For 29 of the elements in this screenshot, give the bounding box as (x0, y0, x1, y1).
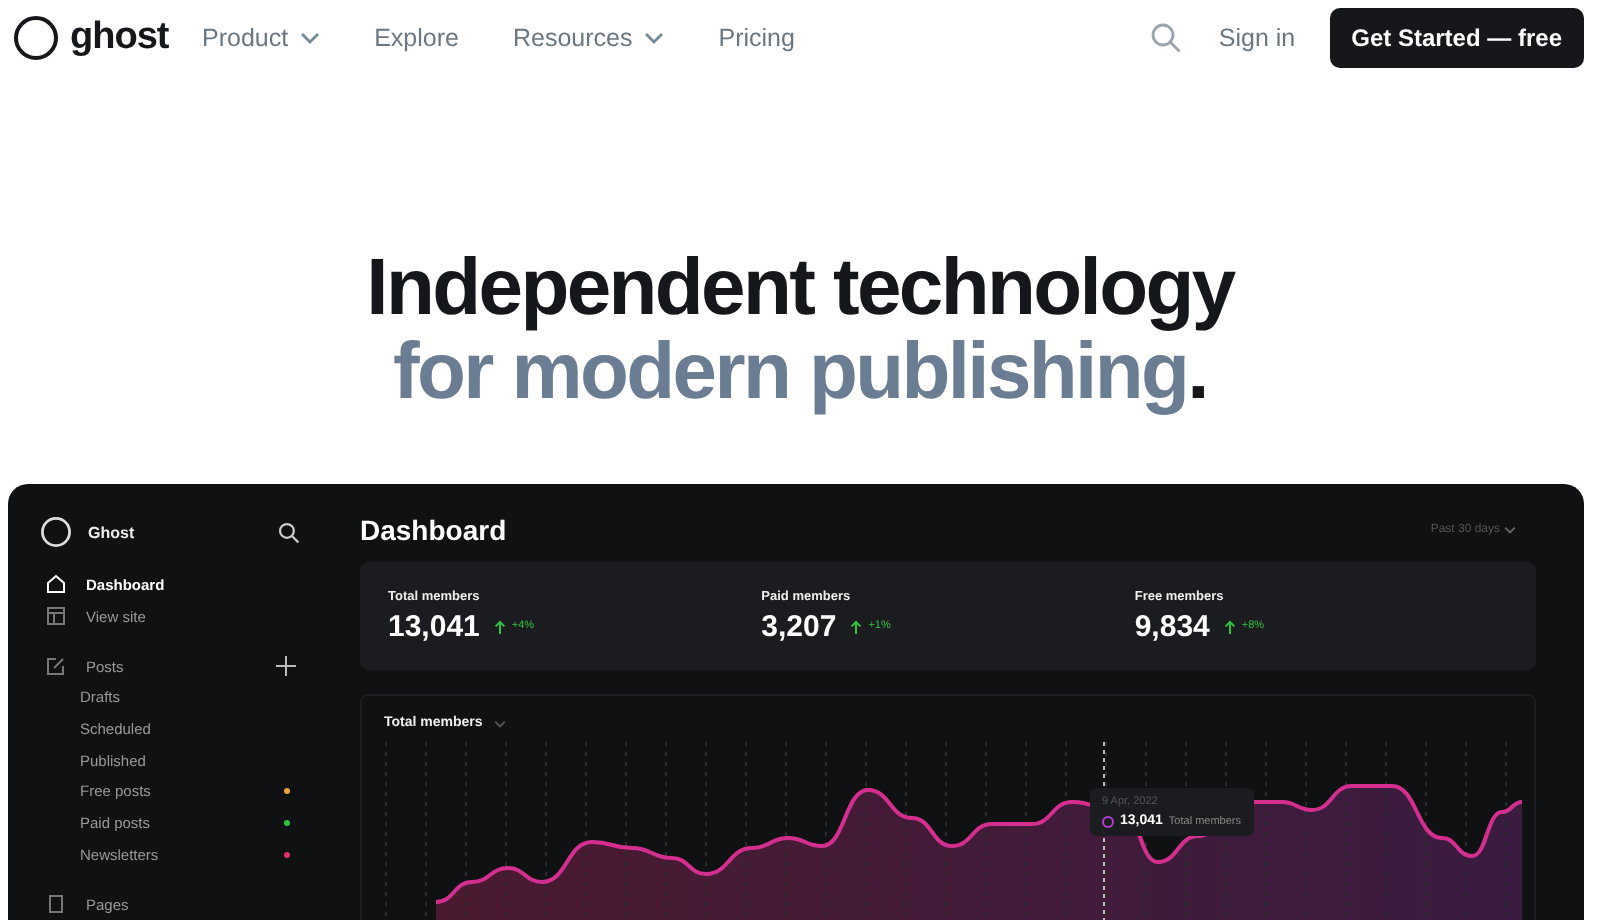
brand-name[interactable]: ghost (70, 15, 169, 59)
site-logo-ring-icon (40, 516, 72, 548)
nav-link[interactable]: Pricing (718, 23, 795, 51)
arrow-up-icon (493, 619, 506, 633)
stat-value: 9,834 (1134, 609, 1210, 643)
period: . (1187, 330, 1207, 414)
page-icon (46, 894, 66, 915)
stat-value: 13,041 (388, 609, 480, 643)
site-name: Ghost (88, 523, 135, 541)
chevron-down-icon (1504, 526, 1516, 534)
nav-link[interactable]: Explore (374, 23, 459, 51)
chevron-down-icon (494, 719, 507, 727)
home-icon (46, 574, 66, 594)
edit-icon (46, 656, 66, 676)
hero-heading-line: for modern publishing (393, 330, 1188, 414)
sign-in-link[interactable]: Sign in (1218, 23, 1296, 51)
get-started-button[interactable]: Get Started — free (1329, 7, 1584, 67)
nav-link[interactable]: Resources (512, 23, 665, 51)
nav-link[interactable]: Product (202, 23, 321, 51)
dashboard-title: Dashboard (360, 514, 507, 546)
layout-icon (46, 606, 66, 626)
hero-heading-line: Independent technology (366, 246, 1234, 330)
stat-value: 3,207 (761, 609, 837, 643)
search-icon[interactable] (278, 521, 300, 543)
arrow-up-icon (850, 619, 863, 633)
arrow-up-icon (1223, 619, 1236, 633)
logo-ring-icon (12, 13, 60, 61)
plus-icon[interactable] (276, 656, 296, 676)
series-ring-icon (1102, 815, 1114, 827)
